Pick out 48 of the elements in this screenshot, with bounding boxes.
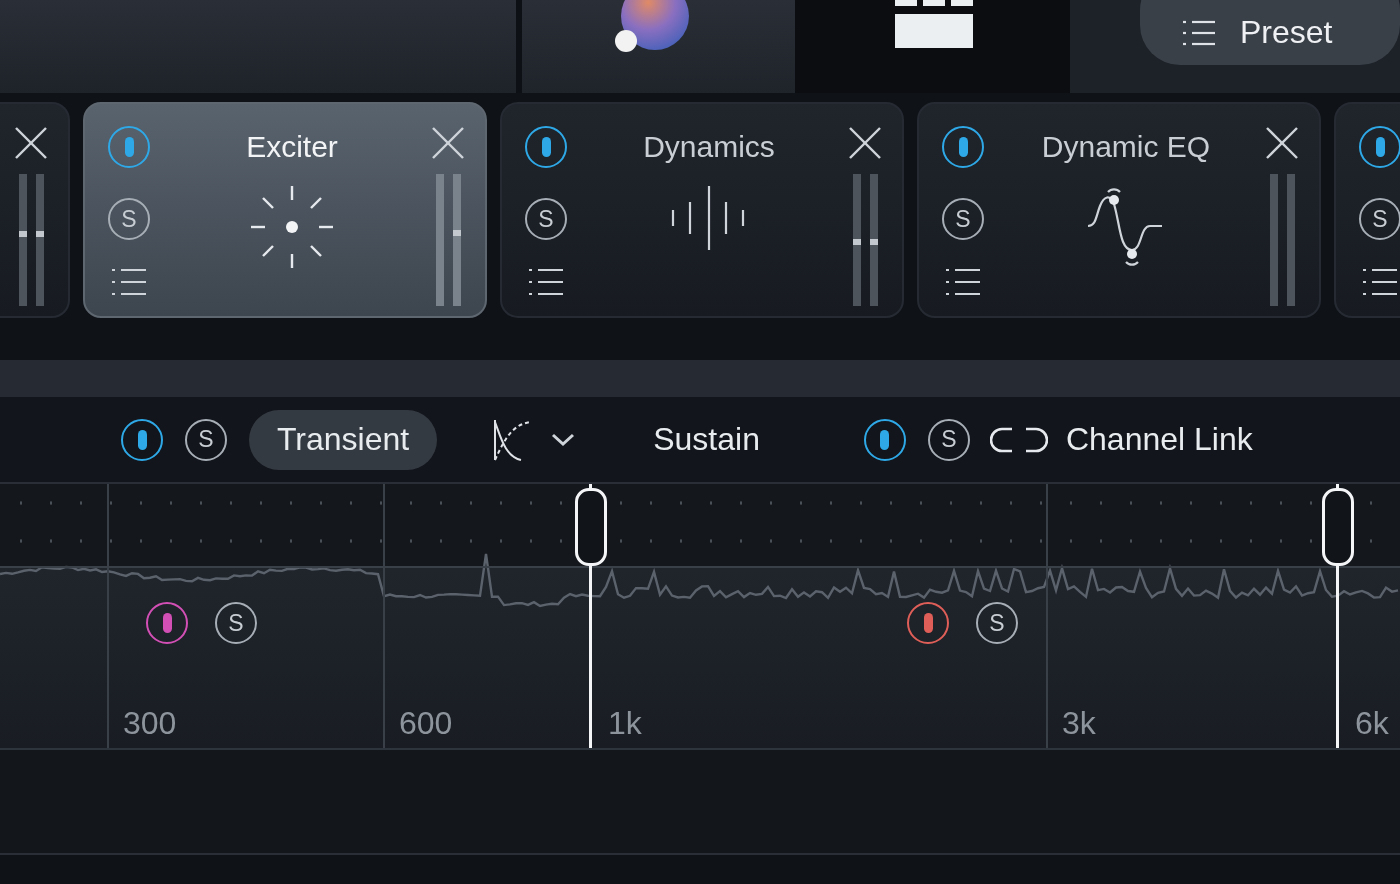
power-button[interactable] xyxy=(121,418,163,461)
list-icon[interactable] xyxy=(945,268,981,296)
module-title: Dynamic EQ xyxy=(1041,130,1211,164)
list-icon xyxy=(1182,18,1216,47)
channel-link-button[interactable]: Channel Link xyxy=(989,421,1253,458)
close-icon[interactable] xyxy=(1265,126,1299,160)
solo-button[interactable]: S xyxy=(942,198,984,240)
sparkle-icon xyxy=(249,184,335,270)
module-card[interactable]: S xyxy=(1334,102,1400,318)
solo-button[interactable]: S xyxy=(525,198,567,240)
crossover-handle[interactable] xyxy=(575,488,607,566)
module-card[interactable]: S Exciter xyxy=(83,102,487,318)
solo-button[interactable]: S xyxy=(185,418,227,461)
grid-icon[interactable] xyxy=(894,0,975,50)
list-icon[interactable] xyxy=(528,268,564,296)
close-icon[interactable] xyxy=(14,126,48,160)
solo-button[interactable]: S xyxy=(215,602,257,644)
mode-tab[interactable]: Sustain xyxy=(625,409,788,470)
module-card[interactable]: S Dynamic EQ xyxy=(917,102,1321,318)
power-button[interactable] xyxy=(942,126,984,168)
module-title: Exciter xyxy=(246,130,338,164)
frequency-label: 300 xyxy=(123,705,177,742)
list-icon[interactable] xyxy=(1362,268,1398,296)
module-title: Dynamics xyxy=(643,130,775,164)
solo-button[interactable]: S xyxy=(927,418,970,461)
solo-button[interactable]: S xyxy=(976,602,1018,644)
orb-icon[interactable] xyxy=(615,0,692,54)
close-icon[interactable] xyxy=(431,126,465,160)
band-power-button[interactable] xyxy=(907,602,949,644)
frequency-label: 1k xyxy=(608,705,642,742)
power-button[interactable] xyxy=(863,418,906,461)
caret-icon[interactable] xyxy=(551,432,576,447)
power-button[interactable] xyxy=(525,126,567,168)
solo-button[interactable]: S xyxy=(1359,198,1400,240)
crossover-handle[interactable] xyxy=(1322,488,1354,566)
close-icon[interactable] xyxy=(848,126,882,160)
frequency-label: 6k xyxy=(1355,705,1389,742)
frequency-label: 3k xyxy=(1062,705,1096,742)
band-power-button[interactable] xyxy=(146,602,188,644)
waveform-icon xyxy=(671,184,747,252)
mode-tab[interactable]: Transient xyxy=(249,409,438,470)
list-icon[interactable] xyxy=(111,268,147,296)
power-button[interactable] xyxy=(1359,126,1400,168)
presets-button[interactable]: Preset xyxy=(1140,0,1400,65)
module-card[interactable]: S Dynamics xyxy=(500,102,904,318)
solo-button[interactable]: S xyxy=(108,198,150,240)
link-icon xyxy=(989,425,1048,454)
frequency-label: 600 xyxy=(399,705,453,742)
